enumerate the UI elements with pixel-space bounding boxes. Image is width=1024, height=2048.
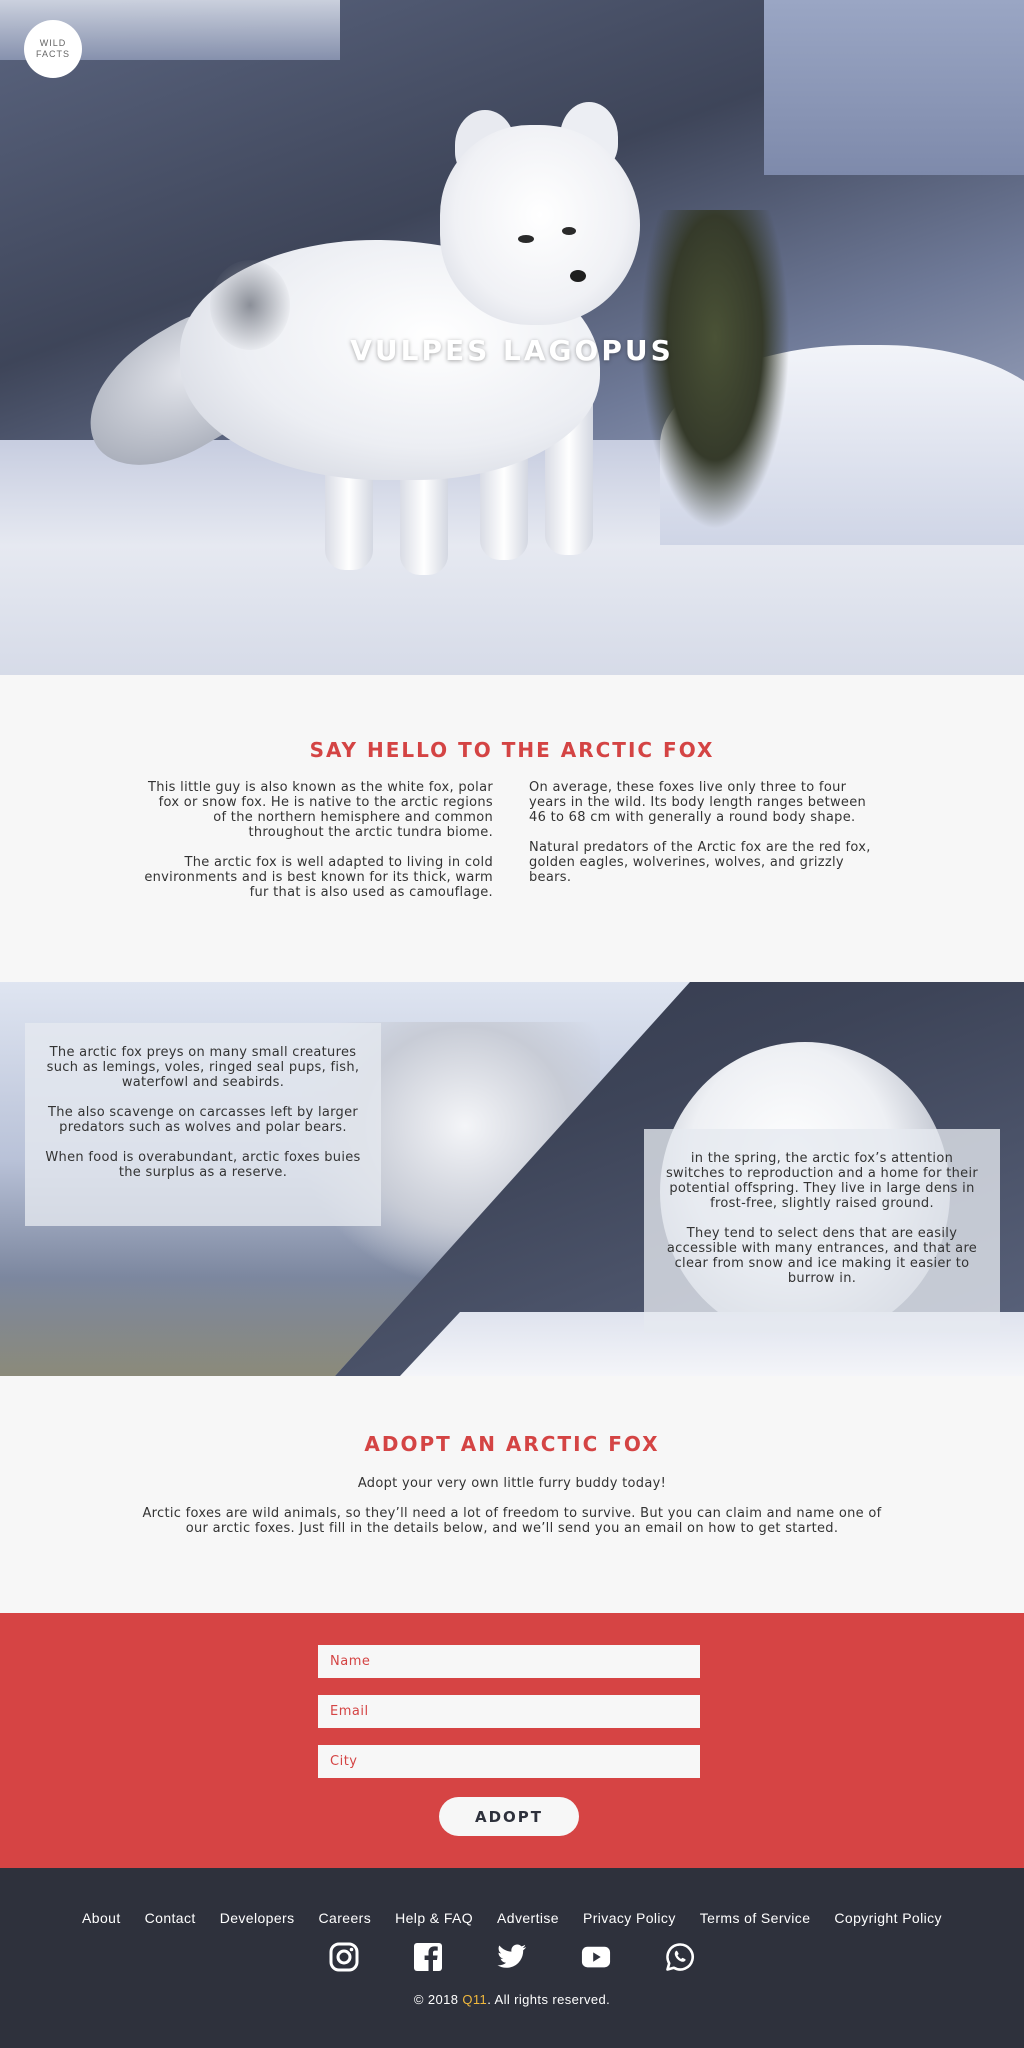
copyright-prefix: © 2018 bbox=[413, 1992, 463, 2007]
footer-link-developers[interactable]: Developers bbox=[220, 1910, 295, 1926]
logo-line-2: FACTS bbox=[35, 49, 70, 59]
footer-link-privacy-policy[interactable]: Privacy Policy bbox=[583, 1910, 676, 1926]
fact-paragraph: They tend to select dens that are easily… bbox=[666, 1226, 978, 1286]
prey-facts-box: The arctic fox preys on many small creat… bbox=[25, 1023, 381, 1226]
copyright-suffix: . All rights reserved. bbox=[487, 1992, 611, 2007]
footer-link-contact[interactable]: Contact bbox=[145, 1910, 196, 1926]
fact-paragraph: When food is overabundant, arctic foxes … bbox=[45, 1150, 361, 1180]
name-field[interactable] bbox=[318, 1645, 700, 1678]
intro-left-column: This little guy is also known as the whi… bbox=[143, 780, 493, 915]
intro-paragraph: The arctic fox is well adapted to living… bbox=[144, 855, 493, 900]
intro-paragraph: This little guy is also known as the whi… bbox=[147, 780, 493, 840]
footer-link-about[interactable]: About bbox=[82, 1910, 121, 1926]
adopt-description: Arctic foxes are wild animals, so they’l… bbox=[142, 1506, 882, 1536]
facebook-icon[interactable] bbox=[413, 1942, 443, 1972]
city-field[interactable] bbox=[318, 1745, 700, 1778]
email-field[interactable] bbox=[318, 1695, 700, 1728]
adopt-subtitle: Adopt your very own little furry buddy t… bbox=[357, 1476, 667, 1491]
footer-link-advertise[interactable]: Advertise bbox=[497, 1910, 559, 1926]
footer-nav: About Contact Developers Careers Help & … bbox=[0, 1910, 1024, 1926]
instagram-icon[interactable] bbox=[329, 1942, 359, 1972]
adopt-form: ADOPT bbox=[0, 1613, 1024, 1868]
twitter-icon[interactable] bbox=[497, 1942, 527, 1972]
footer-link-copyright-policy[interactable]: Copyright Policy bbox=[834, 1910, 942, 1926]
hero-title: VULPES LAGOPUS bbox=[350, 334, 674, 367]
intro-right-column: On average, these foxes live only three … bbox=[529, 780, 879, 900]
hero-section: WILD FACTS VULPES LAGOPUS bbox=[0, 0, 1024, 675]
intro-paragraph: On average, these foxes live only three … bbox=[529, 780, 867, 825]
footer-link-terms-of-service[interactable]: Terms of Service bbox=[700, 1910, 811, 1926]
hero-shrub bbox=[640, 210, 790, 530]
youtube-icon[interactable] bbox=[581, 1942, 611, 1972]
copyright: © 2018 Q11. All rights reserved. bbox=[0, 1992, 1024, 2007]
fact-paragraph: The arctic fox preys on many small creat… bbox=[46, 1045, 360, 1090]
social-links bbox=[0, 1942, 1024, 1972]
intro-paragraph: Natural predators of the Arctic fox are … bbox=[529, 840, 871, 885]
adopt-button[interactable]: ADOPT bbox=[439, 1797, 579, 1836]
hero-background-snow bbox=[764, 0, 1024, 175]
fact-paragraph: The also scavenge on carcasses left by l… bbox=[47, 1105, 359, 1135]
den-facts-box: in the spring, the arctic fox’s attentio… bbox=[644, 1129, 1000, 1333]
adopt-heading: ADOPT AN ARCTIC FOX bbox=[364, 1432, 660, 1456]
facts-band: The arctic fox preys on many small creat… bbox=[0, 982, 1024, 1376]
logo-line-1: WILD bbox=[39, 38, 67, 48]
site-logo[interactable]: WILD FACTS bbox=[24, 20, 82, 78]
fact-paragraph: in the spring, the arctic fox’s attentio… bbox=[665, 1151, 979, 1211]
intro-heading: SAY HELLO TO THE ARCTIC FOX bbox=[309, 738, 715, 762]
whatsapp-icon[interactable] bbox=[665, 1942, 695, 1972]
brand-link[interactable]: Q11 bbox=[462, 1992, 487, 2007]
footer-link-help-faq[interactable]: Help & FAQ bbox=[395, 1910, 473, 1926]
footer-link-careers[interactable]: Careers bbox=[319, 1910, 372, 1926]
intro-section: SAY HELLO TO THE ARCTIC FOX This little … bbox=[0, 675, 1024, 982]
adopt-section: ADOPT AN ARCTIC FOX Adopt your very own … bbox=[0, 1376, 1024, 1613]
footer: About Contact Developers Careers Help & … bbox=[0, 1868, 1024, 2048]
